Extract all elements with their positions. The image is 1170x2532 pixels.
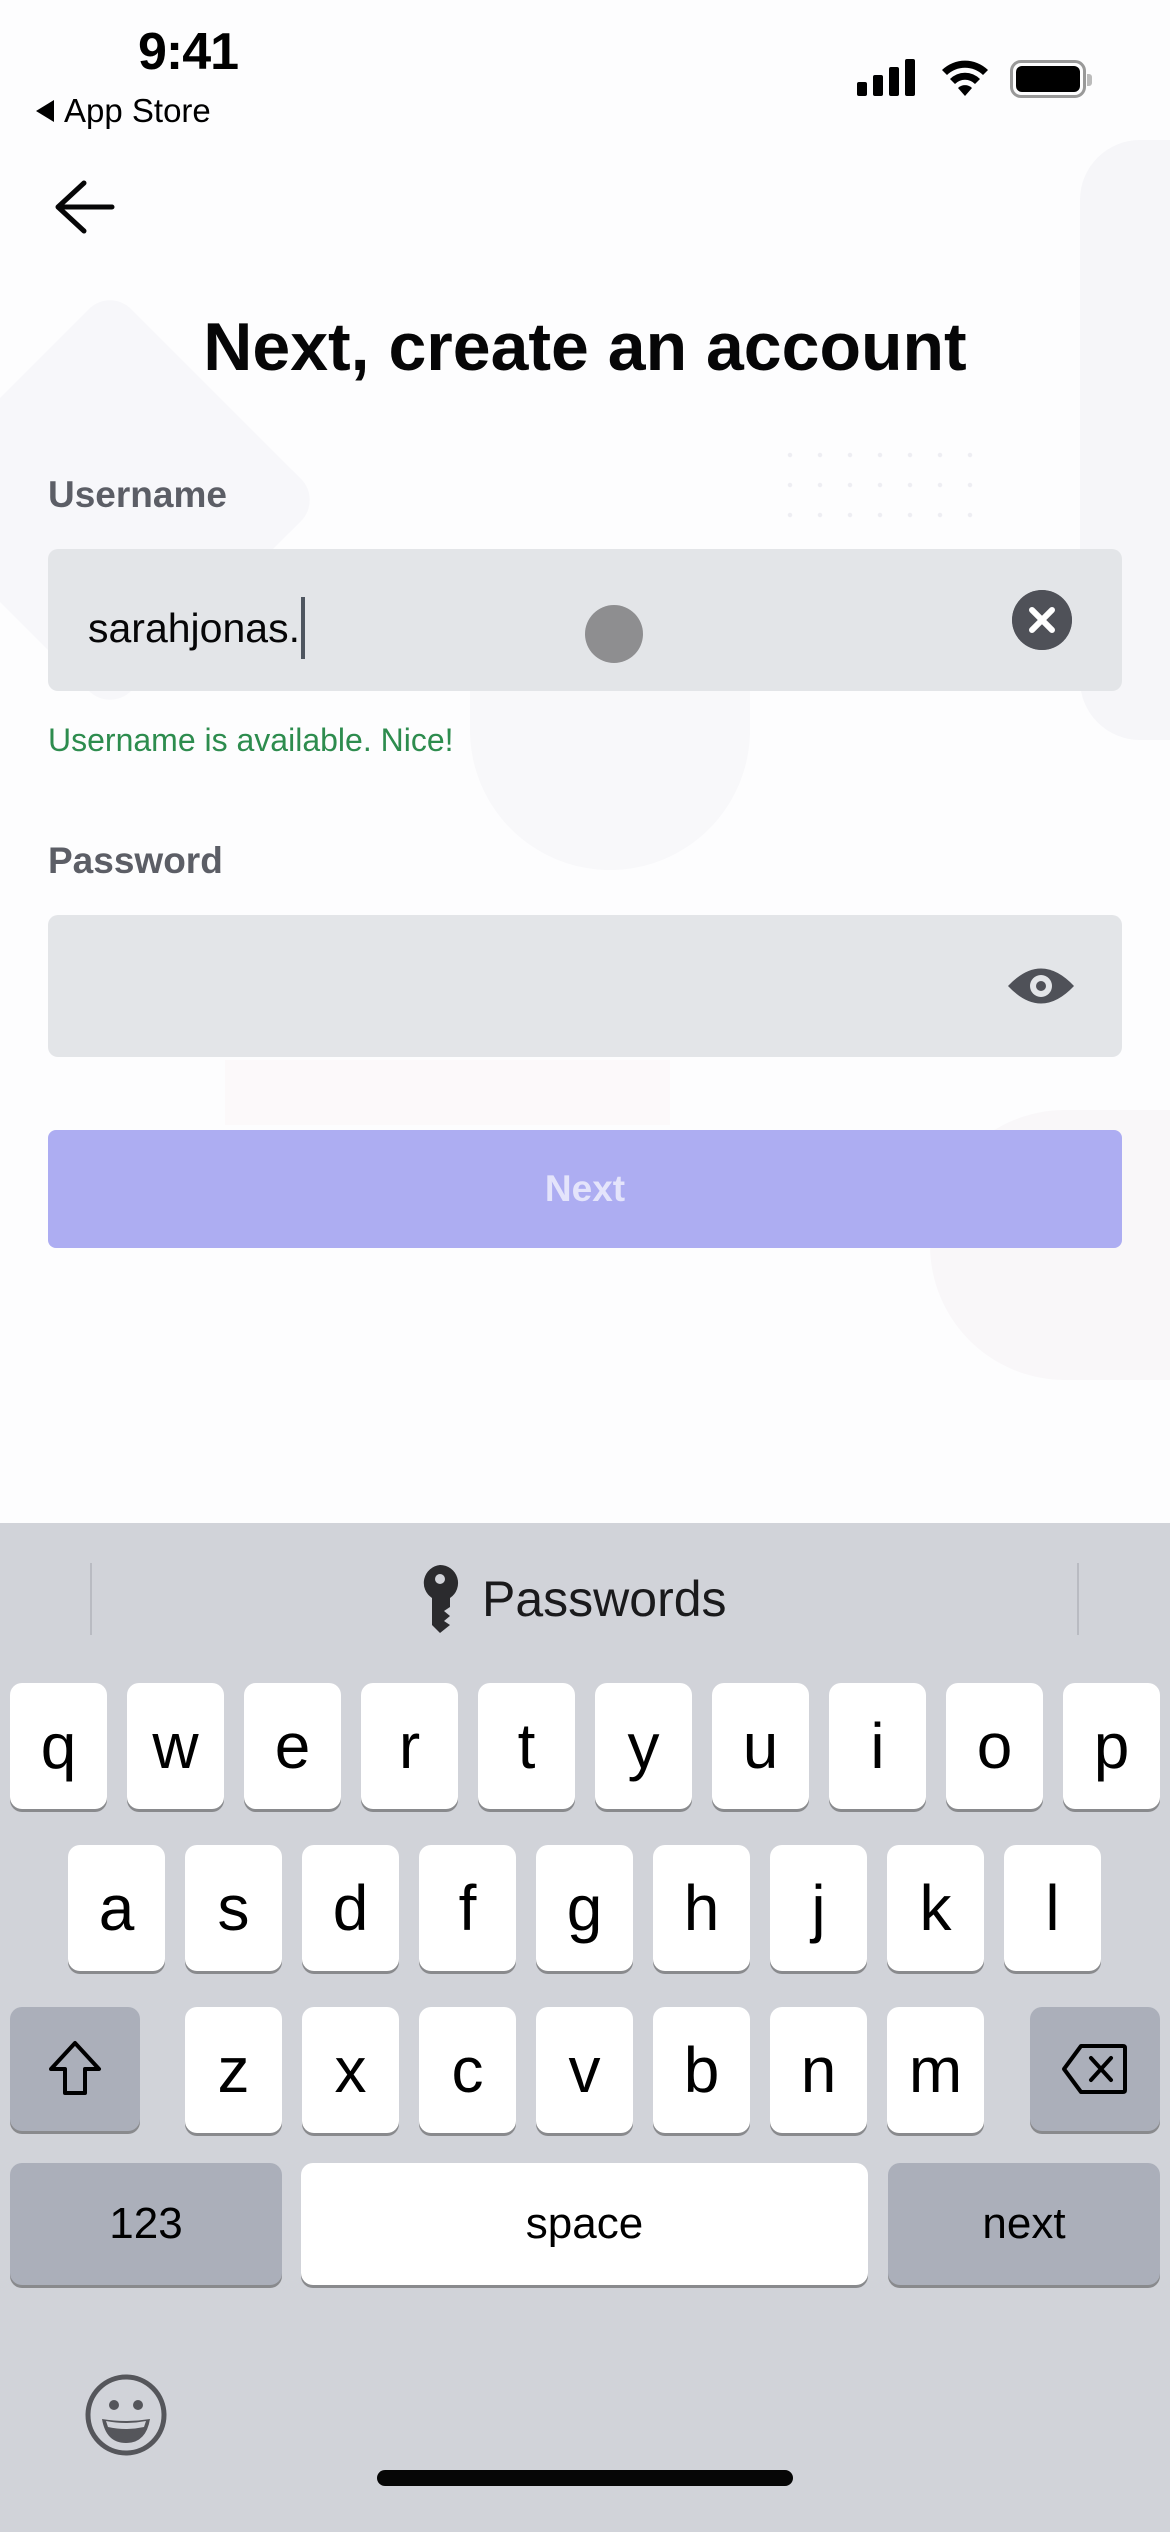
username-label: Username (48, 474, 227, 515)
delete-key[interactable] (1030, 2007, 1160, 2131)
back-to-app-store[interactable]: App Store (36, 92, 211, 130)
keyboard: Passwords qwertyuiop asdfghjkl zxcvbnm 1… (0, 1523, 1170, 2532)
key-r[interactable]: r (361, 1683, 458, 1809)
key-z[interactable]: z (185, 2007, 282, 2133)
space-key[interactable]: space (301, 2163, 868, 2285)
password-label: Password (48, 840, 223, 881)
username-available-message: Username is available. Nice! (48, 722, 454, 758)
wifi-icon (942, 60, 988, 96)
delete-backspace-icon (1062, 2044, 1127, 2094)
key-a[interactable]: a (68, 1845, 165, 1971)
cellular-signal-icon (857, 58, 915, 96)
clear-x-icon[interactable] (1012, 590, 1072, 650)
key-b[interactable]: b (653, 2007, 750, 2133)
key-p[interactable]: p (1063, 1683, 1160, 1809)
key-u[interactable]: u (712, 1683, 809, 1809)
username-field[interactable]: sarahjonas. (48, 549, 1122, 691)
key-m[interactable]: m (887, 2007, 984, 2133)
key-g[interactable]: g (536, 1845, 633, 1971)
key-i[interactable]: i (829, 1683, 926, 1809)
key-e[interactable]: e (244, 1683, 341, 1809)
arrow-left-icon[interactable] (50, 175, 120, 240)
shift-icon (49, 2041, 101, 2095)
numbers-key[interactable]: 123 (10, 2163, 282, 2285)
battery-icon (1010, 60, 1092, 98)
return-next-key[interactable]: next (888, 2163, 1160, 2285)
key-n[interactable]: n (770, 2007, 867, 2133)
page-title: Next, create an account (203, 309, 967, 385)
key-k[interactable]: k (887, 1845, 984, 1971)
key-d[interactable]: d (302, 1845, 399, 1971)
keyboard-suggestion-bar: Passwords (0, 1523, 1170, 1673)
passwords-suggestion[interactable]: Passwords (420, 1563, 727, 1635)
text-caret (300, 597, 305, 659)
key-t[interactable]: t (478, 1683, 575, 1809)
home-indicator (377, 2470, 793, 2486)
key-j[interactable]: j (770, 1845, 867, 1971)
eye-icon[interactable] (1006, 961, 1076, 1011)
key-q[interactable]: q (10, 1683, 107, 1809)
key-v[interactable]: v (536, 2007, 633, 2133)
status-time: 9:41 (138, 23, 239, 81)
background-dots (775, 440, 975, 520)
emoji-smile-icon[interactable] (84, 2373, 168, 2457)
key-l[interactable]: l (1004, 1845, 1101, 1971)
touch-indicator (585, 605, 643, 663)
divider (1077, 1563, 1079, 1635)
key-x[interactable]: x (302, 2007, 399, 2133)
key-c[interactable]: c (419, 2007, 516, 2133)
key-f[interactable]: f (419, 1845, 516, 1971)
key-y[interactable]: y (595, 1683, 692, 1809)
key-o[interactable]: o (946, 1683, 1043, 1809)
back-triangle-icon (36, 100, 54, 122)
next-button[interactable]: Next (48, 1130, 1122, 1248)
divider (90, 1563, 92, 1635)
key-icon (423, 1564, 459, 1633)
back-app-label: App Store (64, 92, 211, 129)
passwords-label: Passwords (482, 1571, 727, 1627)
password-field[interactable] (48, 915, 1122, 1057)
key-w[interactable]: w (127, 1683, 224, 1809)
background-decoration (225, 1060, 670, 1125)
key-h[interactable]: h (653, 1845, 750, 1971)
shift-key[interactable] (10, 2007, 140, 2131)
key-s[interactable]: s (185, 1845, 282, 1971)
username-value: sarahjonas. (88, 604, 300, 651)
